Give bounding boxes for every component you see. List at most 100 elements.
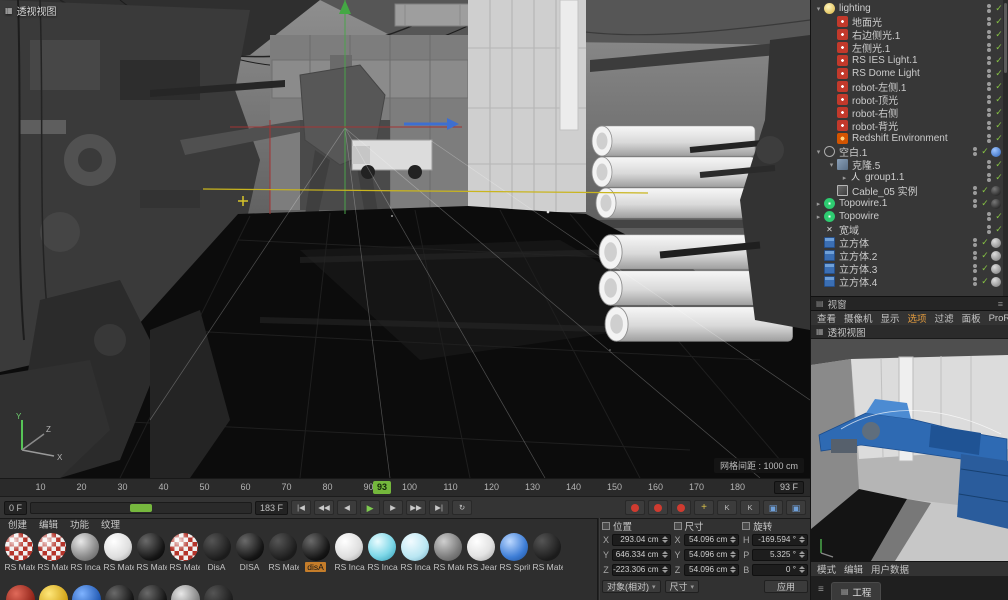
dock-menu-icon[interactable]: ≡ bbox=[815, 580, 827, 600]
timeline-slider-handle[interactable] bbox=[130, 503, 153, 512]
visibility-dots-icon[interactable] bbox=[984, 160, 993, 169]
attribute-menu-item[interactable]: 模式 bbox=[817, 562, 836, 576]
record-parameter-button[interactable]: + bbox=[694, 500, 714, 515]
spinner-icon[interactable] bbox=[797, 536, 807, 543]
attribute-menu-item[interactable]: 编辑 bbox=[844, 562, 863, 576]
material-sphere-icon[interactable] bbox=[39, 585, 68, 600]
material-item[interactable]: RS Jean bbox=[464, 533, 497, 572]
spinner-icon[interactable] bbox=[797, 566, 807, 573]
material-item[interactable]: RS Mate bbox=[35, 533, 68, 572]
material-tag-icon[interactable] bbox=[991, 185, 1001, 196]
viewport-panel-header[interactable]: ▤ 视窗 ≡ bbox=[811, 296, 1008, 311]
mini-viewport-title[interactable]: ▦ 透视视图 bbox=[811, 325, 1008, 339]
record-rotation-button[interactable] bbox=[671, 500, 691, 515]
set-keyframe-button[interactable]: K bbox=[740, 500, 760, 515]
range-end-field[interactable]: 183 F bbox=[255, 500, 289, 515]
object-row[interactable]: 左侧光.1 ✓ bbox=[811, 41, 1008, 55]
timeline-playhead[interactable]: 93 bbox=[373, 481, 391, 494]
visibility-dots-icon[interactable] bbox=[984, 82, 993, 91]
visibility-dots-icon[interactable] bbox=[984, 225, 993, 234]
object-row[interactable]: robot-背光 ✓ bbox=[811, 119, 1008, 133]
next-frame-button[interactable]: ▶ bbox=[383, 500, 404, 515]
spinner-icon[interactable] bbox=[728, 536, 738, 543]
solo-mode-button[interactable]: ▣ bbox=[786, 500, 806, 515]
visibility-dots-icon[interactable] bbox=[984, 134, 993, 143]
visibility-dots-icon[interactable] bbox=[970, 186, 979, 195]
current-frame-field[interactable]: 93 F bbox=[773, 481, 804, 494]
object-row[interactable]: ▸ Topowire.1 ✓ bbox=[811, 197, 1008, 210]
size-y-field[interactable]: 54.096 cm bbox=[683, 548, 740, 561]
position-z-field[interactable]: -223.306 cm bbox=[612, 563, 671, 576]
visibility-dots-icon[interactable] bbox=[970, 199, 979, 208]
play-button[interactable]: ▶ bbox=[360, 500, 381, 515]
spinner-icon[interactable] bbox=[660, 551, 670, 558]
tab-project[interactable]: ▤ 工程 bbox=[830, 582, 882, 600]
position-x-field[interactable]: 293.04 cm bbox=[612, 533, 671, 546]
range-start-field[interactable]: 0 F bbox=[4, 500, 28, 515]
material-item[interactable]: RS Incar bbox=[365, 533, 398, 572]
material-sphere-icon[interactable] bbox=[204, 585, 233, 600]
enabled-check-icon[interactable]: ✓ bbox=[979, 146, 991, 157]
material-item[interactable]: RS Mate bbox=[530, 533, 563, 572]
spinner-icon[interactable] bbox=[728, 551, 738, 558]
main-viewport[interactable]: ▦ 透视视图 Y X Z 网格间距 : 1000 cm bbox=[0, 0, 810, 478]
enabled-check-icon[interactable]: ✓ bbox=[979, 237, 991, 248]
object-row[interactable]: 立方体.4 ✓ bbox=[811, 275, 1008, 289]
viewport-menu-item[interactable]: 摄像机 bbox=[844, 311, 873, 325]
material-tag-icon[interactable] bbox=[991, 237, 1001, 248]
material-menu-item[interactable]: 功能 bbox=[70, 520, 89, 531]
enabled-check-icon[interactable]: ✓ bbox=[979, 263, 991, 274]
keyframe-selection-button[interactable]: ▣ bbox=[763, 500, 783, 515]
visibility-dots-icon[interactable] bbox=[984, 121, 993, 130]
viewport-menu-item[interactable]: 过滤 bbox=[935, 311, 954, 325]
size-x-field[interactable]: 54.096 cm bbox=[683, 533, 740, 546]
material-item[interactable]: DISA bbox=[233, 533, 266, 572]
next-key-button[interactable]: ▶▶ bbox=[406, 500, 427, 515]
material-tag-icon[interactable] bbox=[991, 198, 1001, 209]
material-menu-item[interactable]: 编辑 bbox=[39, 520, 58, 531]
loop-button[interactable]: ↻ bbox=[452, 500, 473, 515]
material-tag-icon[interactable] bbox=[991, 276, 1001, 287]
enabled-check-icon[interactable]: ✓ bbox=[979, 185, 991, 196]
expand-caret-icon[interactable]: ▸ bbox=[840, 174, 849, 182]
timeline-ruler[interactable]: 93 93 F 10 20 30 40 50 60 70 80 90 100 110 120 130 14… bbox=[0, 478, 810, 496]
object-manager-scrollbar[interactable] bbox=[1003, 0, 1008, 296]
viewport-menu-item[interactable]: 显示 bbox=[881, 311, 900, 325]
material-menu-item[interactable]: 创建 bbox=[8, 520, 27, 531]
timeline-power-slider[interactable] bbox=[30, 501, 253, 514]
enabled-check-icon[interactable]: ✓ bbox=[979, 276, 991, 287]
previous-frame-button[interactable]: ◀ bbox=[337, 500, 358, 515]
material-sphere-icon[interactable] bbox=[6, 585, 35, 600]
material-item[interactable]: RS Mate bbox=[266, 533, 299, 572]
expand-caret-icon[interactable]: ▸ bbox=[814, 213, 823, 221]
material-tag-icon[interactable] bbox=[991, 146, 1001, 157]
position-y-field[interactable]: 646.334 cm bbox=[612, 548, 671, 561]
material-item[interactable]: DisA bbox=[200, 533, 233, 572]
viewport-title[interactable]: ▦ 透视视图 bbox=[5, 3, 57, 18]
go-to-start-button[interactable]: |◀ bbox=[291, 500, 312, 515]
visibility-dots-icon[interactable] bbox=[970, 264, 979, 273]
visibility-dots-icon[interactable] bbox=[984, 56, 993, 65]
visibility-dots-icon[interactable] bbox=[984, 212, 993, 221]
material-item[interactable]: RS Mate bbox=[167, 533, 200, 572]
material-tag-icon[interactable] bbox=[991, 263, 1001, 274]
visibility-dots-icon[interactable] bbox=[984, 95, 993, 104]
material-item[interactable]: RS Mate bbox=[101, 533, 134, 572]
enabled-check-icon[interactable]: ✓ bbox=[979, 250, 991, 261]
visibility-dots-icon[interactable] bbox=[970, 251, 979, 260]
object-row[interactable]: RS IES Light.1 ✓ bbox=[811, 54, 1008, 67]
expand-caret-icon[interactable]: ▾ bbox=[827, 161, 836, 169]
rotation-h-field[interactable]: -169.594 ° bbox=[752, 533, 809, 546]
apply-button[interactable]: 应用 bbox=[763, 580, 808, 593]
visibility-dots-icon[interactable] bbox=[984, 69, 993, 78]
visibility-dots-icon[interactable] bbox=[984, 17, 993, 26]
visibility-dots-icon[interactable] bbox=[984, 43, 993, 52]
material-item[interactable]: RS Incar bbox=[332, 533, 365, 572]
previous-key-button[interactable]: ◀◀ bbox=[314, 500, 335, 515]
record-position-button[interactable] bbox=[625, 500, 645, 515]
material-sphere-icon[interactable] bbox=[171, 585, 200, 600]
scrollbar-thumb[interactable] bbox=[1004, 3, 1007, 73]
material-item[interactable]: RS Mate bbox=[134, 533, 167, 572]
material-item[interactable]: RS Incar bbox=[398, 533, 431, 572]
viewport-menu-item[interactable]: 面板 bbox=[962, 311, 981, 325]
